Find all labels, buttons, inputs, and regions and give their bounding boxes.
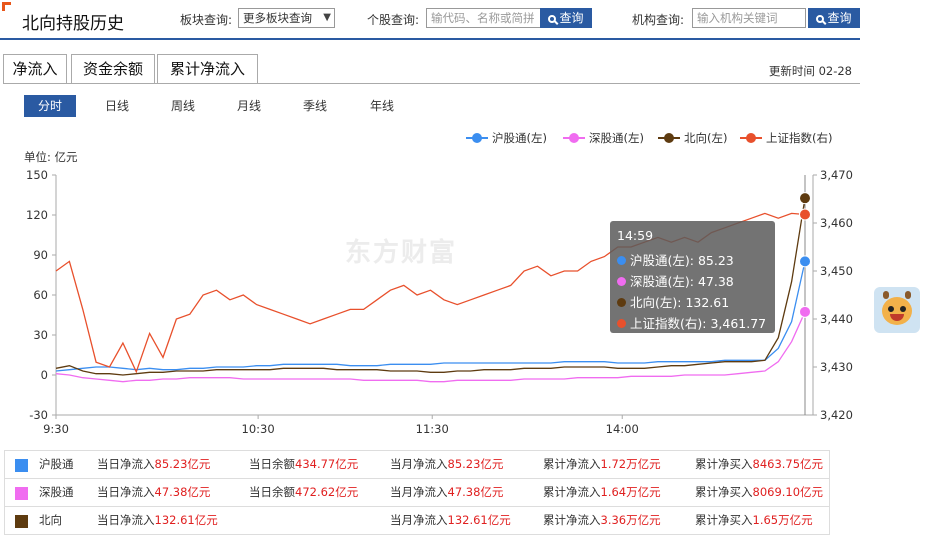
stat-month-inflow: 当月净流入132.61亿元 — [390, 507, 511, 534]
mascot-horn — [883, 291, 889, 299]
stat-cum-inflow: 累计净流入1.72万亿元 — [543, 451, 661, 478]
stat-label: 当日净流入 — [97, 513, 155, 527]
stat-label: 当月净流入 — [390, 457, 448, 471]
stat-label: 当日净流入 — [97, 457, 155, 471]
stat-label: 当月净流入 — [390, 513, 448, 527]
stat-label: 累计净流入 — [543, 457, 601, 471]
stat-day-inflow: 当日净流入47.38亿元 — [97, 479, 210, 506]
stat-value: 1.64万亿元 — [600, 485, 661, 499]
mascot-face — [882, 297, 912, 325]
stat-value: 132.61亿元 — [154, 513, 218, 527]
series-end-marker — [799, 208, 811, 221]
tooltip-text: 深股通(左): 47.38 — [630, 274, 734, 289]
tooltip-text: 北向(左): 132.61 — [630, 295, 730, 310]
stats-row-sz: 深股通 当日净流入47.38亿元 当日余额472.62亿元 当月净流入47.38… — [4, 478, 830, 507]
y-left-tick-label: 30 — [33, 328, 48, 342]
stat-value: 1.65万亿元 — [752, 513, 813, 527]
tooltip-time: 14:59 — [617, 228, 654, 243]
y-right-tick-label: 3,440 — [820, 312, 853, 326]
x-tick-label: 10:30 — [242, 422, 275, 436]
stat-cum-buy: 累计净买入8463.75亿元 — [695, 451, 823, 478]
stat-value: 85.23亿元 — [447, 457, 504, 471]
series-end-marker — [799, 305, 811, 318]
stat-name: 北向 — [39, 513, 62, 527]
tooltip-dot — [617, 277, 626, 286]
stat-cum-buy: 累计净买入1.65万亿元 — [695, 507, 813, 534]
y-left-tick-label: -30 — [29, 408, 48, 422]
y-left-tick-label: 90 — [33, 248, 48, 262]
stats-row-sh: 沪股通 当日净流入85.23亿元 当日余额434.77亿元 当月净流入85.23… — [4, 450, 830, 479]
stat-month-inflow: 当月净流入85.23亿元 — [390, 451, 503, 478]
y-right-tick-label: 3,450 — [820, 264, 853, 278]
tooltip-row: 沪股通(左): 85.23 — [617, 250, 734, 269]
y-right-tick-label: 3,470 — [820, 168, 853, 182]
stat-month-inflow: 当月净流入47.38亿元 — [390, 479, 503, 506]
stat-label: 累计净买入 — [695, 457, 753, 471]
stat-value: 8069.10亿元 — [752, 485, 824, 499]
stat-cum-inflow: 累计净流入1.64万亿元 — [543, 479, 661, 506]
stat-swatch — [15, 459, 28, 472]
tooltip-dot — [617, 319, 626, 328]
tooltip-row: 北向(左): 132.61 — [617, 292, 729, 311]
tooltip-row: 深股通(左): 47.38 — [617, 271, 734, 290]
stats-row-north: 北向 当日净流入132.61亿元 当月净流入132.61亿元 累计净流入3.36… — [4, 506, 830, 535]
stat-swatch — [15, 515, 28, 528]
tooltip-text: 上证指数(右): 3,461.77 — [630, 316, 767, 331]
x-tick-label: 14:00 — [606, 422, 639, 436]
chart-tooltip: 14:59 沪股通(左): 85.23 深股通(左): 47.38 北向(左):… — [610, 221, 775, 333]
stat-label: 当月净流入 — [390, 485, 448, 499]
tooltip-text: 沪股通(左): 85.23 — [630, 253, 734, 268]
y-left-tick-label: 150 — [26, 168, 48, 182]
y-right-tick-label: 3,460 — [820, 216, 853, 230]
stat-day-inflow: 当日净流入132.61亿元 — [97, 507, 218, 534]
stat-value: 472.62亿元 — [295, 485, 359, 499]
mascot-horn — [905, 291, 911, 299]
stat-label: 当日余额 — [249, 457, 295, 471]
stat-name: 沪股通 — [39, 457, 74, 471]
stat-balance: 当日余额472.62亿元 — [249, 479, 358, 506]
mascot-mouth — [890, 314, 904, 321]
x-tick-label: 9:30 — [43, 422, 69, 436]
stat-label: 累计净买入 — [695, 485, 753, 499]
stat-label: 累计净买入 — [695, 513, 753, 527]
x-tick-label: 11:30 — [416, 422, 449, 436]
y-left-tick-label: 120 — [26, 208, 48, 222]
stat-label: 当日余额 — [249, 485, 295, 499]
series-end-marker — [799, 192, 811, 205]
y-right-tick-label: 3,420 — [820, 408, 853, 422]
mascot-eye — [888, 306, 894, 312]
stat-name: 深股通 — [39, 485, 74, 499]
stat-value: 434.77亿元 — [295, 457, 359, 471]
stat-balance: 当日余额434.77亿元 — [249, 451, 358, 478]
stat-cum-inflow: 累计净流入3.36万亿元 — [543, 507, 661, 534]
stat-value: 132.61亿元 — [447, 513, 511, 527]
stat-swatch — [15, 487, 28, 500]
stat-value: 3.36万亿元 — [600, 513, 661, 527]
tooltip-row: 上证指数(右): 3,461.77 — [617, 313, 766, 332]
stat-label: 累计净流入 — [543, 485, 601, 499]
stat-value: 8463.75亿元 — [752, 457, 824, 471]
y-left-tick-label: 60 — [33, 288, 48, 302]
tooltip-dot — [617, 256, 626, 265]
stat-value: 47.38亿元 — [447, 485, 504, 499]
stat-label: 累计净流入 — [543, 513, 601, 527]
tooltip-dot — [617, 298, 626, 307]
stat-cum-buy: 累计净买入8069.10亿元 — [695, 479, 823, 506]
mascot-avatar[interactable] — [874, 287, 920, 333]
y-right-tick-label: 3,430 — [820, 360, 853, 374]
stat-label: 当日净流入 — [97, 485, 155, 499]
stat-day-inflow: 当日净流入85.23亿元 — [97, 451, 210, 478]
mascot-eye — [900, 306, 906, 312]
stats-table: 沪股通 当日净流入85.23亿元 当日余额434.77亿元 当月净流入85.23… — [4, 450, 830, 535]
stat-value: 47.38亿元 — [154, 485, 211, 499]
stat-value: 85.23亿元 — [154, 457, 211, 471]
series-end-marker — [799, 255, 811, 268]
stat-value: 1.72万亿元 — [600, 457, 661, 471]
y-left-tick-label: 0 — [41, 368, 48, 382]
